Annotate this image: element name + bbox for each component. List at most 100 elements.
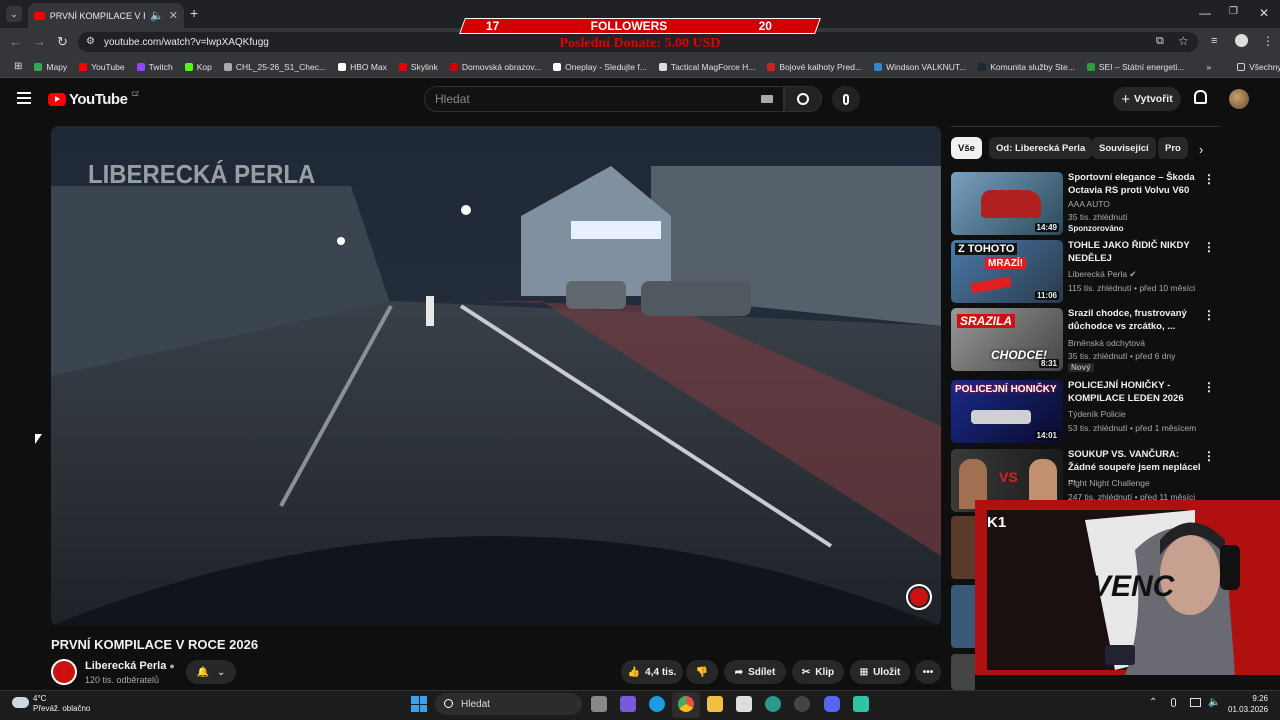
bookmark-item[interactable]: Oneplay - Sledujte f... [547, 62, 653, 72]
channel-name[interactable]: Liberecká Perla ● [85, 660, 175, 672]
bell-icon: 🔔 [196, 666, 210, 678]
bookmark-item[interactable]: SEI – Státní energeti... [1081, 62, 1191, 72]
video-player[interactable]: LIBERECKÁ PERLA [51, 126, 941, 626]
weather-widget[interactable]: 4°C Převáž. oblačno [33, 694, 90, 714]
media-control-icon[interactable]: ≡ [1211, 35, 1217, 47]
install-icon[interactable]: ⧉ [1156, 35, 1164, 48]
bookmark-item[interactable]: HBO Max [332, 62, 393, 72]
thumbnail-text: Z TOHOTO [955, 243, 1018, 255]
bookmark-item[interactable]: Skylink [393, 62, 444, 72]
reload-icon[interactable]: ↻ [57, 34, 68, 50]
bookmark-item[interactable]: Twitch [131, 62, 179, 72]
tray-chevron-icon[interactable]: ⌃ [1149, 697, 1157, 708]
chip-all[interactable]: Vše [951, 137, 982, 159]
streamlabs-icon[interactable] [853, 696, 869, 712]
bookmark-item[interactable]: Komunita služby Ste... [972, 62, 1081, 72]
subscribe-bell-button[interactable]: 🔔 ⌄ [186, 660, 236, 684]
account-avatar[interactable] [1229, 89, 1249, 109]
bookmark-item[interactable]: Bojové kalhoty Pred... [761, 62, 868, 72]
browser-tab[interactable]: PRVNÍ KOMPILACE V ROCE 2026 🔈 ✕ [28, 3, 184, 28]
video-thumbnail[interactable]: POLICEJNÍ HONIČKY 14:01 [951, 380, 1063, 443]
more-options-icon[interactable]: ⋮ [1203, 449, 1215, 463]
video-duration: 8:31 [1038, 359, 1059, 368]
weather-icon[interactable] [12, 697, 29, 708]
video-thumbnail[interactable]: 14:49 [951, 172, 1063, 235]
bookmark-item[interactable]: Mapy [28, 62, 73, 72]
chip-from-channel[interactable]: Od: Liberecká Perla [989, 137, 1093, 159]
bookmark-item[interactable]: YouTube [73, 62, 130, 72]
all-bookmarks-button[interactable]: Všechny záložky [1231, 62, 1280, 72]
keyboard-icon[interactable] [761, 95, 773, 103]
video-thumbnail[interactable]: Z TOHOTO MRAZÍ! 11:06 [951, 240, 1063, 303]
back-icon[interactable]: ← [9, 34, 22, 49]
save-button[interactable]: ⊞ Uložit [850, 660, 910, 684]
bookmark-item[interactable]: CHL_25-26_S1_Chec... [218, 62, 332, 72]
url-text: youtube.com/watch?v=lwpXAQKfugg [104, 36, 269, 48]
chips-next-icon[interactable]: › [1199, 142, 1203, 157]
site-info-icon[interactable]: ⚙ [86, 36, 95, 47]
more-options-icon[interactable]: ⋮ [1203, 308, 1215, 322]
store-icon[interactable] [736, 696, 752, 712]
country-code: CZ [131, 91, 139, 98]
taskbar-search[interactable]: Hledat [435, 693, 582, 715]
maximize-button[interactable]: ❐ [1229, 6, 1238, 17]
more-actions-button[interactable]: ••• [915, 660, 941, 684]
notifications-bell-icon[interactable] [1194, 90, 1207, 104]
bookmark-item[interactable]: Kop [179, 62, 218, 72]
tray-volume-icon[interactable]: 🔈 [1208, 697, 1220, 708]
chatgpt-icon[interactable] [794, 696, 810, 712]
more-options-icon[interactable]: ⋮ [1203, 172, 1215, 186]
file-explorer-icon[interactable] [707, 696, 723, 712]
apps-icon[interactable]: ⊞ [8, 61, 28, 72]
create-button[interactable]: + Vytvořit [1113, 87, 1181, 111]
forward-icon[interactable]: → [33, 34, 46, 49]
chip-related[interactable]: Související [1092, 137, 1156, 159]
recommendation-item[interactable]: SRAZILA CHODCE! 8:31 Srazil chodce, frus… [951, 308, 1221, 372]
profile-icon[interactable] [1235, 34, 1248, 47]
start-button-icon[interactable] [411, 696, 427, 712]
recommendation-item[interactable]: Z TOHOTO MRAZÍ! 11:06 TOHLE JAKO ŘIDIČ N… [951, 240, 1221, 304]
video-thumbnail[interactable] [951, 585, 975, 648]
bookmark-item[interactable]: Domovská obrazov... [444, 62, 547, 72]
video-thumbnail[interactable] [951, 654, 975, 690]
speaker-icon[interactable]: 🔈 [150, 9, 164, 22]
discord-icon[interactable] [824, 696, 840, 712]
new-tab-button[interactable]: + [190, 5, 198, 21]
more-options-icon[interactable]: ⋮ [1203, 380, 1215, 394]
taskbar-clock[interactable]: 9:26 01.03.2026 [1228, 693, 1268, 715]
search-button[interactable] [784, 86, 822, 112]
dislike-button[interactable]: 👎 [686, 660, 718, 684]
recommendation-item[interactable]: POLICEJNÍ HONIČKY 14:01 POLICEJNÍ HONIČK… [951, 380, 1221, 444]
bookmark-star-icon[interactable]: ☆ [1178, 34, 1189, 48]
bookmarks-more-button[interactable]: » [1200, 62, 1217, 72]
video-thumbnail[interactable]: SRAZILA CHODCE! 8:31 [951, 308, 1063, 371]
youtube-logo[interactable]: YouTube CZ [48, 91, 139, 108]
task-view-icon[interactable] [591, 696, 607, 712]
bookmark-item[interactable]: Tactical MagForce H... [653, 62, 762, 72]
more-options-icon[interactable]: ⋮ [1203, 240, 1215, 254]
copilot-icon[interactable] [620, 696, 636, 712]
video-meta: 35 tis. zhlédnutí [1068, 212, 1128, 222]
tray-mic-icon[interactable] [1171, 698, 1176, 707]
app-icon[interactable] [765, 696, 781, 712]
recommendation-item[interactable]: 14:49 Sportovní elegance – Škoda Octavia… [951, 172, 1221, 236]
channel-avatar[interactable] [51, 659, 77, 685]
hamburger-menu-icon[interactable] [17, 92, 31, 104]
close-tab-icon[interactable]: ✕ [169, 9, 178, 22]
browser-menu-icon[interactable]: ⋮ [1262, 34, 1274, 48]
share-button[interactable]: ➦ Sdílet [724, 660, 786, 684]
tray-display-icon[interactable] [1190, 698, 1201, 707]
minimize-button[interactable]: — [1199, 6, 1211, 20]
search-input[interactable]: Hledat [424, 86, 784, 112]
video-thumbnail[interactable] [951, 516, 975, 579]
voice-search-button[interactable] [832, 86, 860, 112]
close-window-button[interactable]: ✕ [1259, 6, 1269, 20]
like-button[interactable]: 👍 4,4 tis. [621, 660, 683, 684]
video-frame [51, 126, 941, 626]
chip-for-you[interactable]: Pro [1158, 137, 1188, 159]
save-icon: ⊞ [859, 666, 869, 678]
clip-button[interactable]: ✂ Klip [792, 660, 844, 684]
edge-icon[interactable] [649, 696, 665, 712]
tab-list-button[interactable]: ⌄ [6, 6, 22, 22]
bookmark-item[interactable]: Windson VALKNUT... [868, 62, 972, 72]
